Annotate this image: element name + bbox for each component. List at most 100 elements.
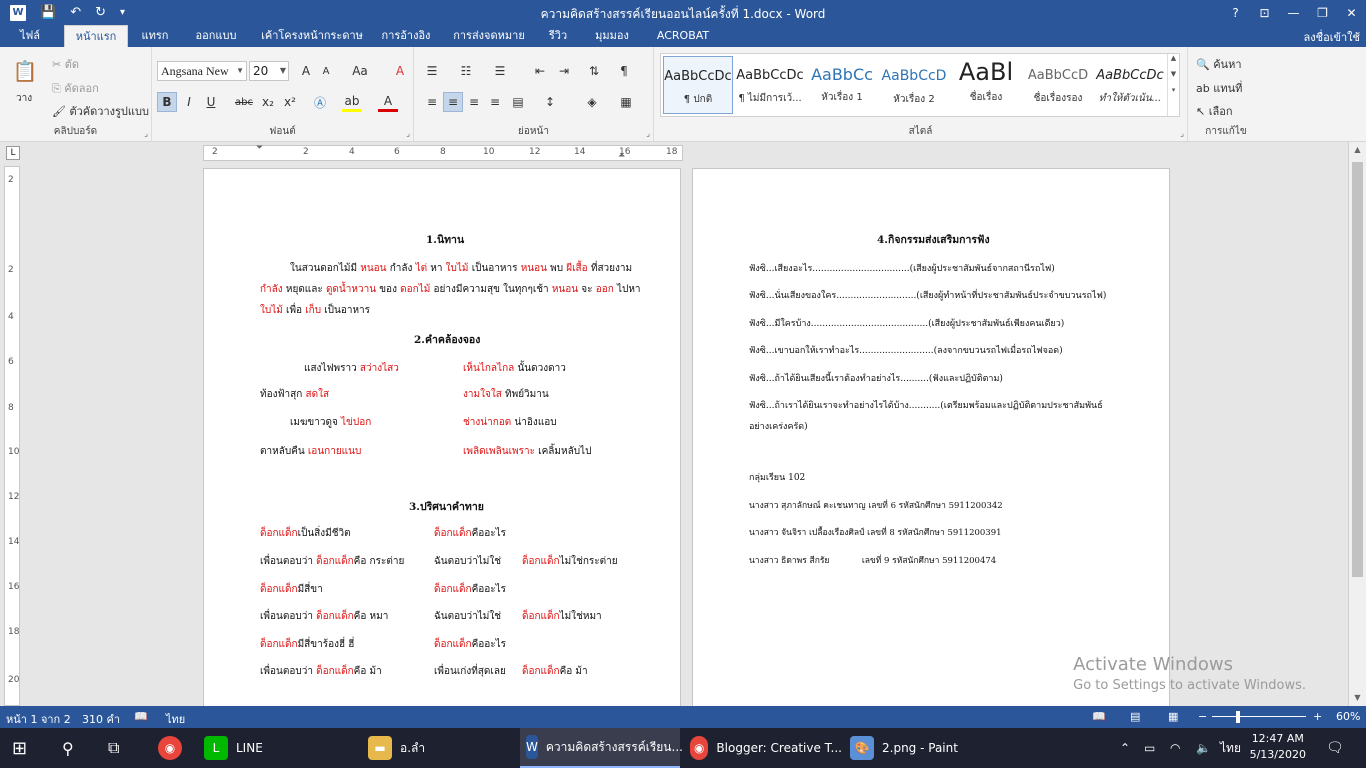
styles-launcher-icon[interactable]: ⌟ (1180, 129, 1184, 138)
taskbar-chrome-blogger[interactable]: ◉ Blogger: Creative T... (684, 728, 842, 768)
vertical-ruler[interactable]: 2 2 4 6 8 10 12 14 16 18 20 (4, 166, 20, 706)
decrease-indent-icon[interactable]: ⇤ (530, 61, 550, 81)
bullets-icon[interactable]: ☰ (422, 61, 442, 81)
align-left-icon[interactable]: ≡ (422, 92, 442, 112)
superscript-button[interactable]: x² (280, 92, 300, 112)
sign-in-link[interactable]: ลงชื่อเข้าใช้ (1304, 28, 1360, 46)
minimize-button[interactable]: — (1279, 0, 1308, 25)
align-right-icon[interactable]: ≡ (464, 92, 484, 112)
tab-acrobat[interactable]: ACROBAT (650, 25, 716, 47)
justify-icon[interactable]: ≡ (485, 92, 505, 112)
start-windows-icon[interactable]: ⊞ (12, 728, 27, 768)
scroll-thumb[interactable] (1352, 162, 1363, 577)
format-painter-button[interactable]: 🖌 ตัวคัดวางรูปแบบ (52, 102, 149, 120)
select-button[interactable]: ↖ เลือก (1196, 102, 1233, 120)
document-canvas[interactable]: 1.นิทาน ในสวนดอกไม้มี หนอน กำลัง ไต่ หา … (22, 164, 1348, 706)
clipboard-launcher-icon[interactable]: ⌟ (144, 129, 148, 138)
chrome-taskbar-icon[interactable]: ◉ (158, 728, 190, 768)
zoom-slider-track[interactable] (1212, 716, 1306, 717)
italic-button[interactable]: I (179, 92, 199, 112)
change-case-button[interactable]: Aa (346, 61, 374, 81)
taskbar-folder[interactable]: ▬ อ.ลำ (364, 728, 514, 768)
thai-distribute-icon[interactable]: ▤ (508, 92, 528, 112)
multilevel-list-icon[interactable]: ☰ (490, 61, 510, 81)
scroll-up-icon[interactable]: ▲ (1349, 142, 1366, 158)
shrink-font-button[interactable]: A (316, 61, 336, 81)
bold-button[interactable]: B (157, 92, 177, 112)
language-status[interactable]: ไทย (166, 710, 185, 728)
zoom-slider-thumb[interactable] (1236, 711, 1240, 723)
tab-references[interactable]: การอ้างอิง (376, 25, 436, 47)
highlight-icon[interactable]: ab (342, 92, 362, 112)
restore-button[interactable]: ❐ (1308, 0, 1337, 25)
grow-font-button[interactable]: A (296, 61, 316, 81)
show-marks-icon[interactable]: ¶ (614, 61, 634, 81)
font-launcher-icon[interactable]: ⌟ (406, 129, 410, 138)
taskbar-paint[interactable]: 🎨 2.png - Paint (846, 728, 996, 768)
right-indent-marker-icon[interactable]: ⏶ (618, 151, 625, 161)
style-no-spacing[interactable]: AaBbCcDc ¶ ไม่มีการเว้... (735, 56, 805, 114)
read-mode-icon[interactable]: 📖 (1092, 710, 1106, 723)
help-button[interactable]: ? (1221, 0, 1250, 25)
page-2[interactable]: 4.กิจกรรมส่งเสริมการฟัง ฟังซิ...เสียงอะไ… (692, 168, 1170, 706)
print-layout-icon[interactable]: ▤ (1130, 710, 1140, 723)
tab-view[interactable]: มุมมอง (588, 25, 636, 47)
paragraph-launcher-icon[interactable]: ⌟ (646, 129, 650, 138)
horizontal-ruler[interactable]: 2 2 4 6 8 10 12 14 16 18 ⏷ ⏶ (203, 143, 683, 161)
tab-review[interactable]: รีวิว (542, 25, 574, 47)
sort-icon[interactable]: ⇅ (584, 61, 604, 81)
tab-layout[interactable]: เค้าโครงหน้ากระดาษ (256, 25, 368, 47)
show-hidden-icons[interactable]: ⌃ (1120, 728, 1130, 768)
style-heading-1[interactable]: AaBbCc หัวเรื่อง 1 (807, 56, 877, 114)
tab-file[interactable]: ไฟล์ (0, 25, 60, 47)
proofing-icon[interactable]: 📖 (134, 710, 148, 723)
tab-mailings[interactable]: การส่งจดหมาย (448, 25, 530, 47)
copy-button[interactable]: ⎘ คัดลอก (52, 79, 99, 97)
close-button[interactable]: ✕ (1337, 0, 1366, 25)
notifications-icon[interactable]: 🗨 (1326, 728, 1344, 768)
style-heading-2[interactable]: AaBbCcD หัวเรื่อง 2 (879, 56, 949, 114)
font-color-icon[interactable]: A (378, 92, 398, 112)
web-layout-icon[interactable]: ▦ (1168, 710, 1178, 723)
zoom-out-button[interactable]: − (1198, 710, 1207, 723)
style-subtle-emphasis[interactable]: AaBbCcDc ทำให้ตัวเน้น... (1095, 56, 1165, 114)
system-clock[interactable]: 12:47 AM 5/13/2020 (1250, 731, 1306, 763)
text-effects-icon[interactable]: Ⓐ (310, 92, 330, 112)
tab-selector[interactable]: L (6, 146, 20, 160)
tab-insert[interactable]: แทรก (134, 25, 176, 47)
zoom-in-button[interactable]: + (1313, 710, 1322, 723)
strikethrough-button[interactable]: abc (234, 92, 254, 112)
volume-icon[interactable]: 🔈 (1196, 728, 1211, 768)
word-count[interactable]: 310 คำ (82, 710, 120, 728)
subscript-button[interactable]: x₂ (258, 92, 278, 112)
page-1[interactable]: 1.นิทาน ในสวนดอกไม้มี หนอน กำลัง ไต่ หา … (203, 168, 681, 706)
clear-format-button[interactable]: A (390, 61, 410, 81)
page-count[interactable]: หน้า 1 จาก 2 (6, 710, 71, 728)
numbering-icon[interactable]: ☷ (456, 61, 476, 81)
styles-scroll[interactable]: ▲ ▼ ▾ (1167, 54, 1179, 116)
taskbar-word[interactable]: W ความคิดสร้างสรรค์เรียน... (520, 728, 683, 768)
taskbar-line[interactable]: L LINE (200, 728, 350, 768)
font-size-combo[interactable]: 20 ▼ (249, 61, 289, 81)
battery-icon[interactable]: ▭ (1144, 728, 1155, 768)
zoom-level[interactable]: 60% (1336, 710, 1360, 723)
paste-icon[interactable]: 📋 (10, 55, 40, 87)
search-icon[interactable]: ⚲ (62, 728, 74, 768)
wifi-icon[interactable]: ◠ (1170, 728, 1180, 768)
borders-icon[interactable]: ▦ (616, 92, 636, 112)
shading-icon[interactable]: ◈ (582, 92, 602, 112)
task-view-icon[interactable]: ⧉ (108, 728, 119, 768)
underline-button[interactable]: U (201, 92, 221, 112)
style-normal[interactable]: AaBbCcDc ¶ ปกติ (663, 56, 733, 114)
vertical-scrollbar[interactable]: ▲ ▼ (1348, 142, 1366, 706)
tab-home[interactable]: หน้าแรก (64, 25, 128, 47)
line-spacing-icon[interactable]: ↕ (540, 92, 560, 112)
input-language[interactable]: ไทย (1220, 728, 1241, 768)
find-button[interactable]: 🔍 ค้นหา (1196, 55, 1242, 73)
indent-marker-icon[interactable]: ⏷ (256, 143, 263, 153)
increase-indent-icon[interactable]: ⇥ (554, 61, 574, 81)
align-center-icon[interactable]: ≡ (443, 92, 463, 112)
style-subtitle[interactable]: AaBbCcD ชื่อเรื่องรอง (1023, 56, 1093, 114)
cut-button[interactable]: ✂ ตัด (52, 55, 79, 73)
scroll-down-icon[interactable]: ▼ (1349, 690, 1366, 706)
